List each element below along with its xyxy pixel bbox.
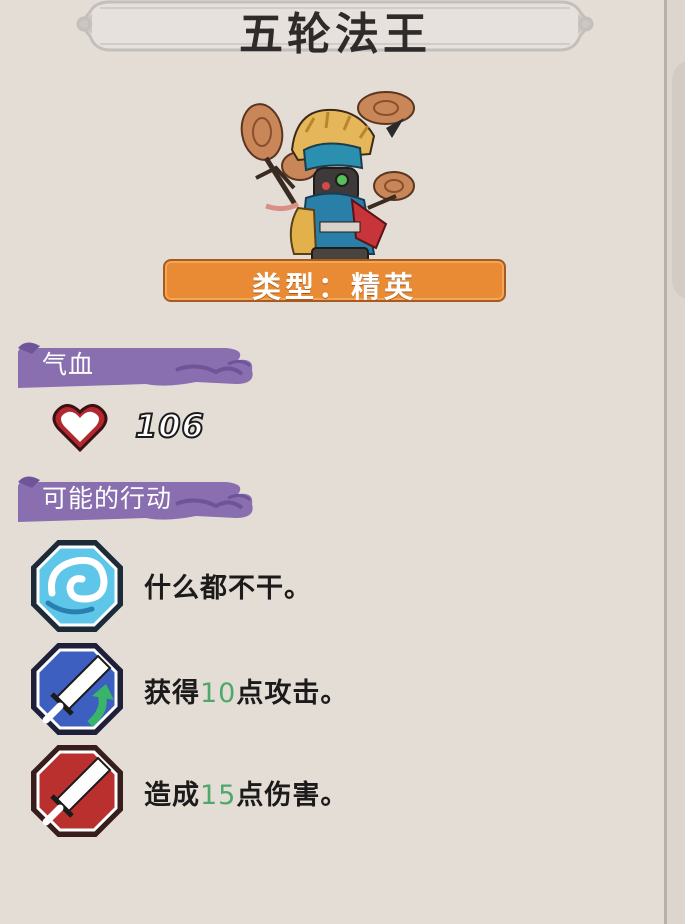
heart-icon [52,402,108,454]
sword-buff-icon [28,640,126,738]
hp-section-label: 气血 [42,350,95,379]
swirl-wind-icon [28,537,126,635]
action-text-part: 造成 [144,780,200,811]
actions-section-label: 可能的行动 [42,484,173,513]
enemy-name: 五轮法王 [239,9,431,60]
action-value: 15 [200,780,237,811]
action-text-idle: 什么都不干。 [144,566,312,605]
hp-value: 106 [134,406,205,446]
action-text-deal-damage: 造成15点伤害。 [144,773,348,812]
next-panel-edge [664,0,685,924]
action-text-gain-attack: 获得10点攻击。 [144,671,348,710]
enemy-type-label: 类型：精英 [251,270,417,304]
panel-divider [664,0,667,924]
action-value: 10 [200,678,237,709]
enemy-type-banner: 类型：精英 [163,259,506,304]
hp-section-header: 气血 [16,340,256,388]
title-banner: 五轮法王 [70,0,600,60]
action-text-part: 什么都不干。 [144,573,312,604]
action-text-part: 获得 [144,678,200,709]
actions-section-header: 可能的行动 [16,474,256,522]
action-text-part: 点攻击。 [236,678,349,709]
monk-juggler-portrait [236,88,416,270]
sword-attack-icon [28,742,126,840]
next-panel-shadow [672,60,685,300]
action-text-part: 点伤害。 [236,780,349,811]
